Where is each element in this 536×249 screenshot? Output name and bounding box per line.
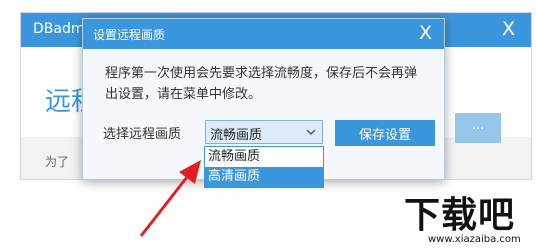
dialog-description: 程序第一次使用会先要求选择流畅度，保存后不会再弹出设置，请在菜单中修改。 (105, 66, 418, 102)
dialog-title: 设置远程画质 (93, 28, 166, 42)
dropdown-option-smooth[interactable]: 流畅画质 (205, 147, 323, 167)
background-close-icon[interactable]: X (502, 18, 515, 40)
dialog-titlebar: 设置远程画质 X (83, 19, 444, 49)
more-button[interactable]: ... (455, 113, 501, 143)
quality-dropdown-list: 流畅画质 高清画质 (204, 146, 324, 188)
dropdown-option-hd[interactable]: 高清画质 (205, 167, 323, 187)
quality-select-value: 流畅画质 (210, 128, 263, 143)
dialog-close-icon[interactable]: X (419, 22, 432, 44)
watermark-logo: 下载吧 www.xiazaiba.com (398, 186, 532, 248)
quality-select-label: 选择远程画质 (103, 127, 182, 142)
background-window-title: DBadmi (33, 21, 89, 37)
watermark-logo-text: 下载吧 (404, 195, 516, 236)
quality-select[interactable]: 流畅画质 (205, 120, 323, 144)
red-arrow-annotation (139, 160, 201, 237)
save-settings-button[interactable]: 保存设置 (335, 120, 435, 146)
background-footer-text: 为了 (45, 155, 70, 169)
watermark-url: www.xiazaiba.com (428, 234, 521, 245)
chevron-down-icon[interactable] (305, 123, 317, 144)
